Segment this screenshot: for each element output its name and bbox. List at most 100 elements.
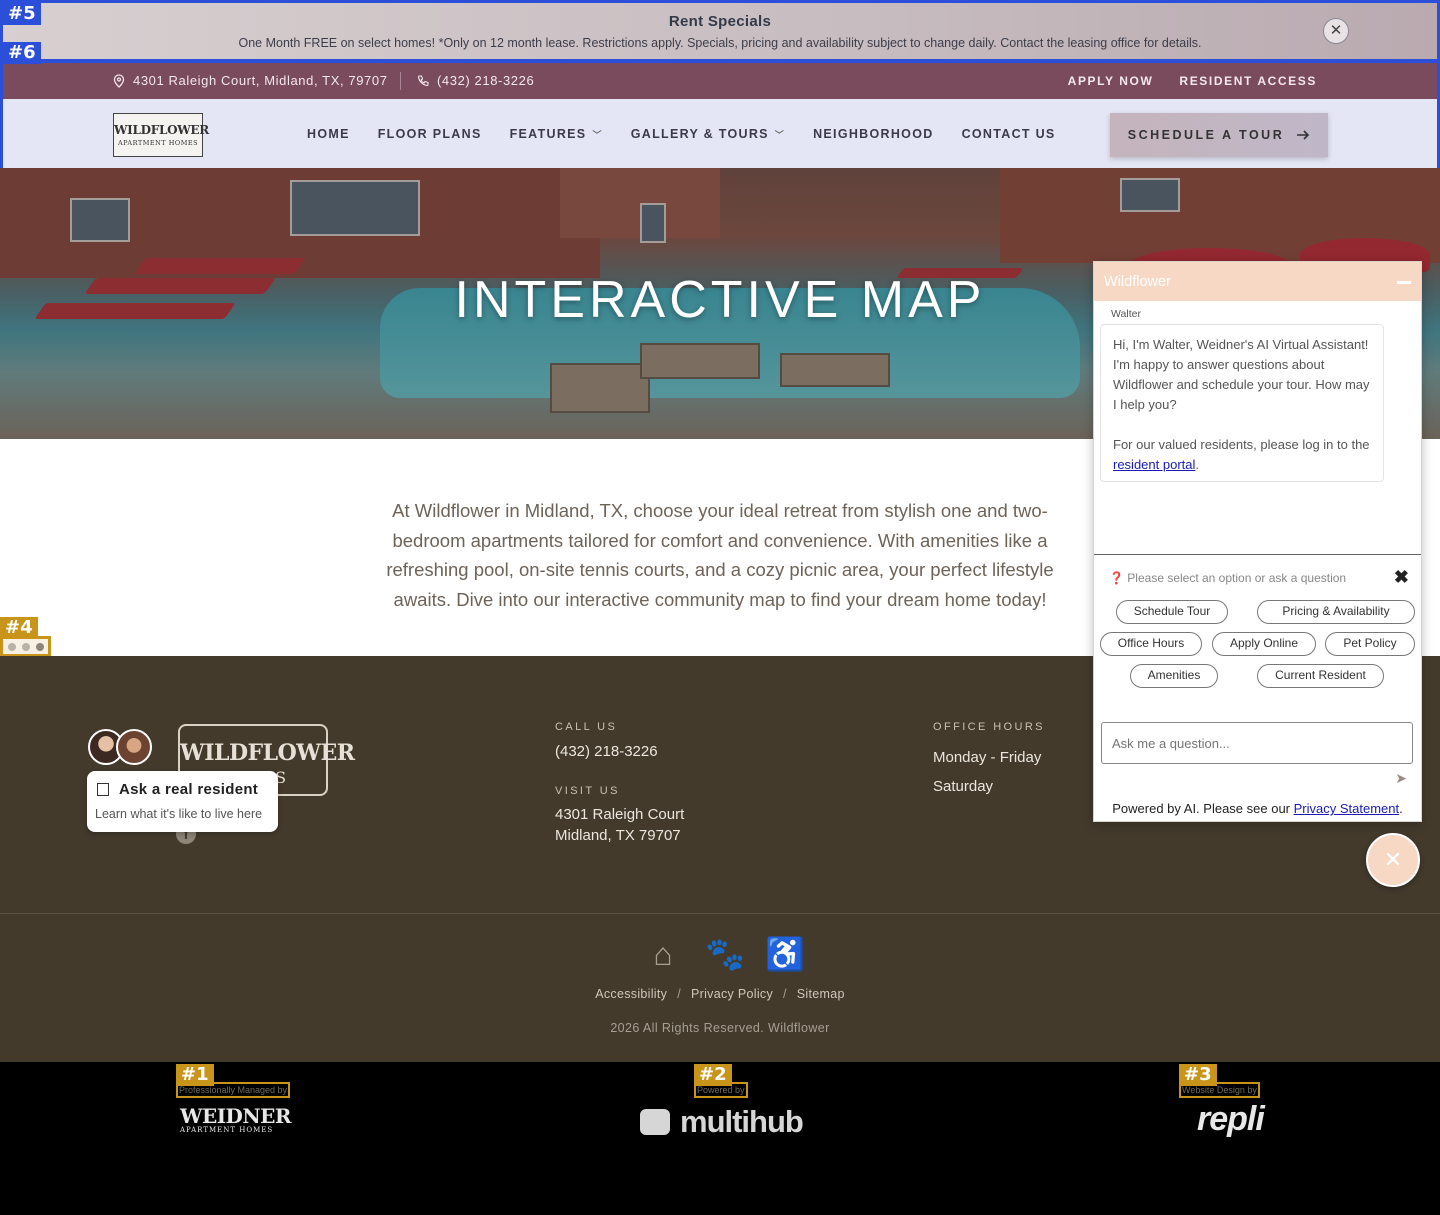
pet-friendly-icon: 🐾 xyxy=(705,936,745,972)
chat-divider xyxy=(1094,554,1421,555)
schedule-tour-label: SCHEDULE A TOUR xyxy=(1127,128,1285,142)
privacy-statement-link[interactable]: Privacy Statement xyxy=(1294,801,1400,816)
nav-item-contact[interactable]: CONTACT US xyxy=(962,127,1056,141)
office-hours-weekdays: Monday - Friday xyxy=(933,749,1042,766)
sitemap-link[interactable]: Sitemap xyxy=(797,987,845,1001)
help-circle-icon: ❓ xyxy=(1109,571,1124,585)
rent-specials-title: Rent Specials xyxy=(668,13,772,30)
chat-disclaimer: Powered by AI. Please see our Privacy St… xyxy=(1094,801,1421,816)
main-navigation: WILDFLOWER APARTMENT HOMES HOME FLOOR PL… xyxy=(3,99,1437,168)
chat-disclaimer-text: Powered by AI. Please see our xyxy=(1112,801,1291,816)
schedule-tour-button[interactable]: SCHEDULE A TOUR xyxy=(1110,113,1328,157)
repli-logo[interactable]: repli xyxy=(1197,1100,1265,1139)
chat-prompt: ❓ Please select an option or ask a quest… xyxy=(1109,571,1346,585)
nav-item-features[interactable]: FEATURES ﹀ xyxy=(510,127,603,141)
location-pin-icon xyxy=(113,73,125,88)
resident-portal-link[interactable]: resident portal xyxy=(1113,457,1195,472)
nav-item-home[interactable]: HOME xyxy=(307,127,350,141)
footer-address-line-1[interactable]: 4301 Raleigh Court xyxy=(555,804,684,825)
footer-divider xyxy=(0,913,1440,914)
apply-now-link[interactable]: APPLY NOW xyxy=(1068,74,1154,88)
ask-resident-title: Ask a real resident xyxy=(119,781,259,798)
chevron-down-icon: ﹀ xyxy=(592,130,603,140)
logo-line-2: APARTMENT HOMES xyxy=(117,139,199,147)
compliance-icons: ⌂ 🐾 ♿ xyxy=(645,936,805,972)
carousel-dot[interactable] xyxy=(7,642,16,651)
phone-text: (432) 218-3226 xyxy=(437,73,535,88)
carousel-dot[interactable] xyxy=(21,642,30,651)
carousel-dots[interactable] xyxy=(0,636,51,657)
option-pricing-availability[interactable]: Pricing & Availability xyxy=(1257,600,1415,624)
legal-links: Accessibility / Privacy Policy / Sitemap xyxy=(0,987,1440,1001)
equal-housing-icon: ⌂ xyxy=(653,936,673,972)
option-office-hours[interactable]: Office Hours xyxy=(1100,632,1202,656)
accessibility-link[interactable]: Accessibility xyxy=(595,987,667,1001)
annotation-label-1: #1 xyxy=(176,1064,214,1086)
call-us-label: CALL US xyxy=(555,721,618,733)
close-icon[interactable]: ✖ xyxy=(1394,567,1409,588)
chevron-down-icon: ﹀ xyxy=(774,130,786,140)
utility-bar: 4301 Raleigh Court, Midland, TX, 79707 (… xyxy=(3,63,1437,99)
chat-toggle-button[interactable]: ✕ xyxy=(1366,833,1420,887)
chat-resident-text: For our valued residents, please log in … xyxy=(1113,437,1370,452)
resident-access-link[interactable]: RESIDENT ACCESS xyxy=(1179,74,1317,88)
address-link[interactable]: 4301 Raleigh Court, Midland, TX, 79707 xyxy=(113,73,388,88)
copyright-text: 2026 All Rights Reserved. Wildflower xyxy=(610,1021,830,1035)
link-separator: / xyxy=(783,987,787,1001)
address-text: 4301 Raleigh Court, Midland, TX, 79707 xyxy=(133,73,388,88)
multihub-mark-icon xyxy=(640,1109,670,1135)
nav-item-floor-plans[interactable]: FLOOR PLANS xyxy=(378,127,482,141)
annotation-label-5: #5 xyxy=(3,3,41,25)
chat-agent-name: Walter xyxy=(1111,308,1141,320)
weidner-logo[interactable]: WEIDNER APARTMENT HOMES xyxy=(180,1106,292,1134)
chat-message: Hi, I'm Walter, Weidner's AI Virtual Ass… xyxy=(1100,324,1384,482)
nav-item-gallery[interactable]: GALLERY & TOURS ﹀ xyxy=(631,127,785,141)
chat-bubble-icon xyxy=(97,783,109,796)
option-pet-policy[interactable]: Pet Policy xyxy=(1325,632,1415,656)
footer-address-line-2[interactable]: Midland, TX 79707 xyxy=(555,825,681,846)
visit-us-label: VISIT US xyxy=(555,785,620,797)
resident-avatars[interactable] xyxy=(88,729,152,765)
privacy-policy-link[interactable]: Privacy Policy xyxy=(691,987,773,1001)
chat-widget: Wildflower Walter Hi, I'm Walter, Weidne… xyxy=(1093,261,1422,822)
chat-message-period: . xyxy=(1195,457,1200,472)
chat-message-text: Hi, I'm Walter, Weidner's AI Virtual Ass… xyxy=(1113,337,1370,412)
option-apply-online[interactable]: Apply Online xyxy=(1212,632,1316,656)
chat-header: Wildflower xyxy=(1094,262,1421,301)
annotation-label-3: #3 xyxy=(1179,1064,1217,1086)
ask-resident-subtitle: Learn what it's like to live here xyxy=(95,807,263,821)
minimize-icon[interactable] xyxy=(1397,281,1411,284)
annotation-label-4: #4 xyxy=(0,617,38,639)
chat-title: Wildflower xyxy=(1104,274,1171,290)
avatar xyxy=(116,729,152,765)
accessibility-icon: ♿ xyxy=(765,936,805,972)
site-header: Rent Specials One Month FREE on select h… xyxy=(0,0,1440,168)
wildflower-logo[interactable]: WILDFLOWER APARTMENT HOMES xyxy=(113,113,209,157)
option-schedule-tour[interactable]: Schedule Tour xyxy=(1116,600,1228,624)
multihub-logo[interactable]: multihub xyxy=(640,1104,804,1140)
rent-specials-description: One Month FREE on select homes! *Only on… xyxy=(238,36,1202,50)
option-current-resident[interactable]: Current Resident xyxy=(1257,664,1384,688)
phone-link[interactable]: (432) 218-3226 xyxy=(417,73,534,88)
carousel-dot[interactable] xyxy=(35,642,44,651)
nav-item-neighborhood[interactable]: NEIGHBORHOOD xyxy=(813,127,933,141)
close-banner-button[interactable]: ✕ xyxy=(1323,18,1349,44)
send-icon[interactable]: ➤ xyxy=(1395,770,1407,787)
office-hours-saturday: Saturday xyxy=(933,778,994,795)
chat-disclaimer-period: . xyxy=(1399,801,1403,816)
ask-resident-card[interactable]: Ask a real resident Learn what it's like… xyxy=(87,771,278,832)
utility-separator xyxy=(400,72,401,90)
footer-logo-line-1: WILDFLOWER xyxy=(180,740,355,766)
footer-phone-link[interactable]: (432) 218-3226 xyxy=(555,741,658,762)
office-hours-label: OFFICE HOURS xyxy=(933,721,1045,733)
nav-gallery-label: GALLERY & TOURS xyxy=(630,127,769,141)
multihub-logo-name: multihub xyxy=(680,1104,804,1139)
nav-menu: HOME FLOOR PLANS FEATURES ﹀ GALLERY & TOU… xyxy=(307,127,1056,141)
utility-links: APPLY NOW RESIDENT ACCESS xyxy=(1068,74,1317,88)
option-amenities[interactable]: Amenities xyxy=(1130,664,1218,688)
chat-input[interactable] xyxy=(1101,722,1413,764)
annotation-label-2: #2 xyxy=(694,1064,732,1086)
arrow-right-icon xyxy=(1297,130,1310,140)
logo-line-1: WILDFLOWER xyxy=(114,123,209,137)
chat-prompt-text: Please select an option or ask a questio… xyxy=(1127,571,1347,585)
